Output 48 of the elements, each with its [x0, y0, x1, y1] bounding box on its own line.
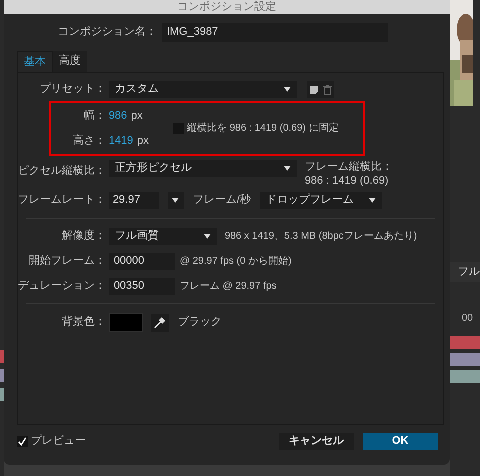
pixel-aspect-dropdown[interactable]: 正方形ピクセル — [108, 160, 297, 177]
field-label: 背景色： — [60, 314, 106, 330]
field-label: プリセット： — [38, 82, 106, 98]
resolution-dropdown[interactable]: フル画質 — [108, 228, 217, 245]
checkbox-label: 縦横比を 986 : 1419 (0.69) に固定 — [187, 122, 339, 136]
resolution-info: 986 x 1419、5.3 MB (8bpcフレームあたり) — [224, 230, 418, 244]
frame-rate-field[interactable]: 29.97 — [108, 192, 159, 209]
frame-aspect-value: 986 : 1419 (0.69) — [304, 174, 390, 188]
time-text: 00 — [462, 312, 474, 326]
width-value[interactable]: 986 — [108, 108, 128, 124]
tab[interactable]: 高度 — [52, 51, 87, 72]
tab[interactable]: 基本 — [16, 51, 53, 72]
cancel-button[interactable]: キャンセル — [279, 433, 354, 450]
caret-icon — [204, 234, 211, 239]
frame-rate-dropdown[interactable] — [168, 192, 184, 209]
field-label: 解像度： — [60, 228, 106, 244]
window-title: コンポジション設定 — [177, 0, 276, 14]
composition-name-field[interactable]: IMG_3987 — [162, 23, 388, 42]
field-label: 開始フレーム： — [28, 254, 106, 270]
resolution-text: フル — [458, 264, 480, 280]
checkbox-label: プレビュー — [30, 434, 86, 450]
trash-icon[interactable] — [322, 84, 332, 94]
unit-label: フレーム/秒 — [192, 193, 251, 208]
caret-icon — [172, 198, 180, 203]
field-label: 高さ： — [72, 134, 106, 148]
caret-icon — [284, 166, 291, 171]
start-frame-note: @ 29.97 fps (0 から開始) — [180, 255, 292, 269]
field-label: ピクセル縦横比： — [18, 164, 106, 179]
unit-label: px — [131, 109, 143, 124]
field-label: コンポジション名： — [56, 25, 157, 40]
duration-note: フレーム @ 29.97 fps — [180, 280, 277, 294]
field-label: フレーム縦横比： — [304, 160, 393, 174]
preset-dropdown[interactable]: カスタム — [108, 81, 297, 98]
preview-checkbox[interactable] — [16, 436, 28, 447]
caret-icon — [284, 87, 291, 92]
caret-icon — [369, 198, 376, 203]
unit-label: px — [137, 134, 150, 148]
height-value[interactable]: 1419 — [108, 132, 134, 149]
duration-field[interactable]: 00350 — [108, 278, 175, 295]
color-name: ブラック — [178, 314, 222, 330]
field-label: デュレーション： — [18, 279, 106, 294]
ok-button[interactable]: OK — [363, 433, 438, 450]
new-preset-icon[interactable] — [308, 84, 319, 94]
start-frame-field[interactable]: 00000 — [108, 253, 175, 270]
field-label: フレームレート： — [18, 193, 106, 208]
field-label: 幅： — [82, 109, 106, 124]
drop-frame-dropdown[interactable]: ドロップフレーム — [260, 192, 382, 209]
color-swatch[interactable] — [108, 313, 143, 332]
